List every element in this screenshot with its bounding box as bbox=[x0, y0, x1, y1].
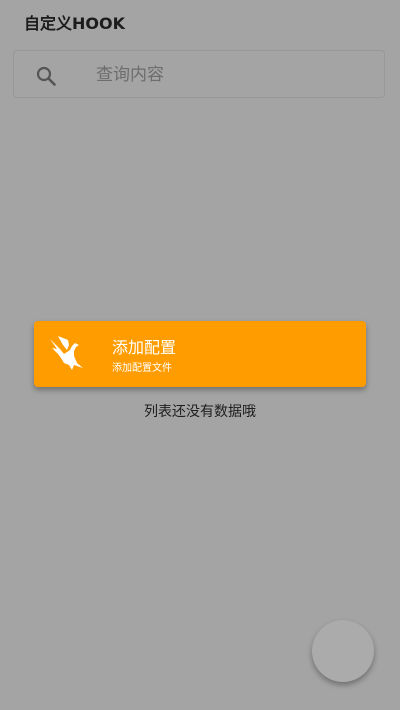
eagle-icon bbox=[50, 336, 83, 370]
page-title: 自定义HOOK bbox=[24, 14, 125, 33]
add-config-title: 添加配置 bbox=[112, 338, 177, 357]
search-input[interactable]: 查询内容 bbox=[96, 63, 164, 87]
empty-list-message: 列表还没有数据哦 bbox=[144, 404, 256, 420]
search-box[interactable]: 查询内容 bbox=[13, 50, 385, 98]
floating-action-button[interactable] bbox=[312, 620, 374, 682]
search-icon bbox=[36, 66, 56, 86]
add-config-subtitle: 添加配置文件 bbox=[112, 363, 172, 374]
add-config-button[interactable]: 添加配置 添加配置文件 bbox=[34, 321, 366, 387]
